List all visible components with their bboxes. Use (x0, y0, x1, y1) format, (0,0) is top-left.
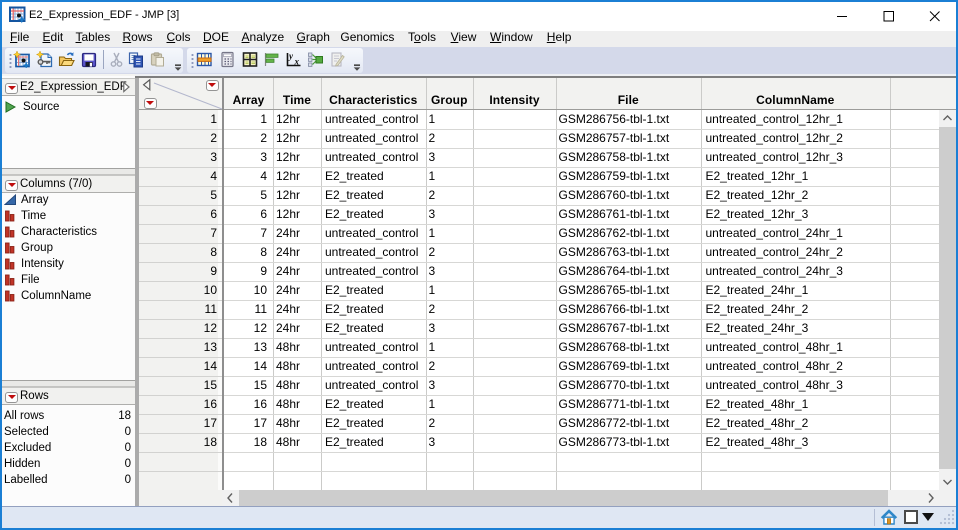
svg-text:x: x (294, 57, 300, 67)
svg-text:y: y (288, 51, 294, 61)
